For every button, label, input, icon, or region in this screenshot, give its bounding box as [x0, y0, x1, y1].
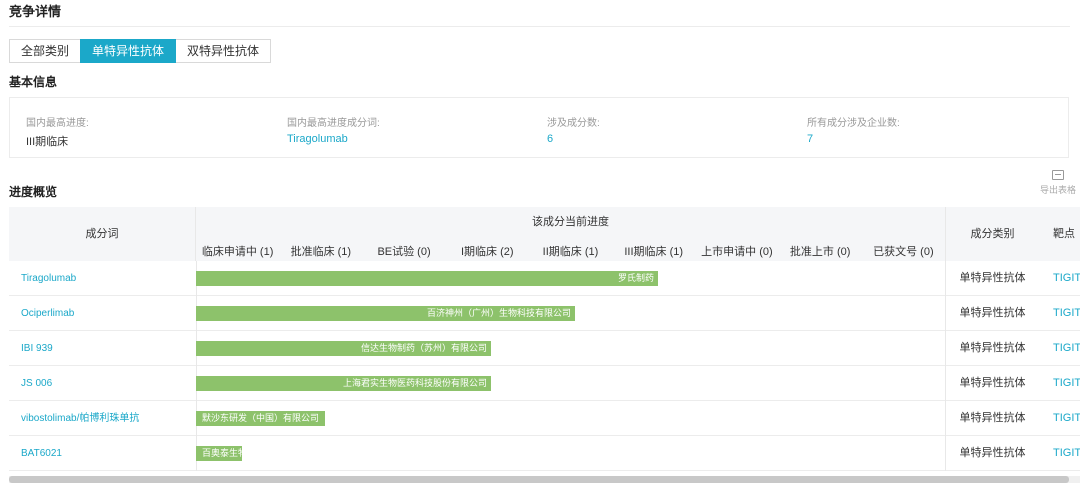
- target-link[interactable]: TIGIT: [1053, 436, 1080, 471]
- info-label: 国内最高进度成分词:: [287, 118, 380, 129]
- header-ingredient: 成分词: [9, 207, 196, 261]
- category-tabs: 全部类别 单特异性抗体 双特异性抗体: [9, 39, 272, 63]
- progress-table: 成分词 该成分当前进度 临床申请中 (1) 批准临床 (1) BE试验 (0) …: [9, 207, 1080, 481]
- info-highest-stage: 国内最高进度: III期临床: [26, 114, 89, 149]
- progress-bar[interactable]: 上海君实生物医药科技股份有限公司: [196, 376, 491, 391]
- export-label: 导出表格: [1039, 185, 1076, 195]
- ingredient-link[interactable]: JS 006: [21, 366, 52, 401]
- progress-bar[interactable]: 罗氏制药: [196, 271, 658, 286]
- info-value-link[interactable]: Tiragolumab: [287, 133, 380, 145]
- info-highest-stage-ingredient: 国内最高进度成分词: Tiragolumab: [287, 114, 380, 145]
- stage-header: 批准上市 (0): [789, 246, 851, 258]
- table-row: IBI 939 信达生物制药（苏州）有限公司 单特异性抗体 TIGIT: [9, 331, 1080, 366]
- table-header: 成分词 该成分当前进度 临床申请中 (1) 批准临床 (1) BE试验 (0) …: [9, 207, 1080, 261]
- info-company-count: 所有成分涉及企业数: 7: [807, 114, 900, 145]
- basic-info-panel: 国内最高进度: III期临床 国内最高进度成分词: Tiragolumab 涉及…: [9, 97, 1069, 158]
- stage-header: III期临床 (1): [624, 246, 684, 258]
- header-category: 成分类别: [945, 207, 1039, 261]
- category-cell: 单特异性抗体: [945, 366, 1039, 401]
- progress-overview-title: 进度概览: [9, 185, 58, 199]
- ingredient-link[interactable]: Ociperlimab: [21, 296, 74, 331]
- target-link[interactable]: TIGIT: [1053, 331, 1080, 366]
- table-row: BAT6021 百奥泰生物制... 单特异性抗体 TIGIT: [9, 436, 1080, 471]
- category-cell: 单特异性抗体: [945, 401, 1039, 436]
- target-link[interactable]: TIGIT: [1053, 261, 1080, 296]
- export-table-icon: [1052, 170, 1064, 180]
- progress-bar[interactable]: 百济神州（广州）生物科技有限公司: [196, 306, 575, 321]
- export-table-button[interactable]: 导出表格: [1038, 170, 1078, 196]
- tab-all-categories[interactable]: 全部类别: [9, 39, 82, 63]
- info-label: 国内最高进度:: [26, 118, 89, 129]
- ingredient-link[interactable]: IBI 939: [21, 331, 53, 366]
- target-link[interactable]: TIGIT: [1053, 401, 1080, 436]
- stage-header: BE试验 (0): [377, 246, 431, 258]
- info-ingredient-count: 涉及成分数: 6: [547, 114, 600, 145]
- stage-headers: 临床申请中 (1) 批准临床 (1) BE试验 (0) I期临床 (2) II期…: [196, 243, 945, 259]
- stage-header: 批准临床 (1): [290, 246, 352, 258]
- info-label: 所有成分涉及企业数:: [807, 118, 900, 129]
- table-row: Ociperlimab 百济神州（广州）生物科技有限公司 单特异性抗体 TIGI…: [9, 296, 1080, 331]
- ingredient-link[interactable]: vibostolimab/帕博利珠单抗: [21, 401, 139, 436]
- table-row: Tiragolumab 罗氏制药 单特异性抗体 TIGIT: [9, 261, 1080, 296]
- stage-header: 已获文号 (0): [873, 246, 934, 258]
- header-current-progress: 该成分当前进度: [532, 216, 609, 228]
- ingredient-link[interactable]: BAT6021: [21, 436, 62, 471]
- category-cell: 单特异性抗体: [945, 296, 1039, 331]
- info-value-link[interactable]: 6: [547, 133, 600, 145]
- info-value: III期临床: [26, 136, 69, 148]
- ingredient-link[interactable]: Tiragolumab: [21, 261, 76, 296]
- progress-bar[interactable]: 百奥泰生物制...: [196, 446, 242, 461]
- info-value-link[interactable]: 7: [807, 133, 900, 145]
- stage-header: 上市申请中 (0): [701, 246, 773, 258]
- category-cell: 单特异性抗体: [945, 331, 1039, 366]
- target-link[interactable]: TIGIT: [1053, 366, 1080, 401]
- title-divider: [9, 26, 1070, 27]
- header-target: 靶点: [1053, 228, 1075, 240]
- basic-info-title: 基本信息: [9, 75, 58, 89]
- tab-bispecific-antibody[interactable]: 双特异性抗体: [175, 39, 272, 63]
- horizontal-scrollbar[interactable]: [9, 476, 1080, 483]
- progress-bar[interactable]: 默沙东研发（中国）有限公司: [196, 411, 325, 426]
- category-cell: 单特异性抗体: [945, 436, 1039, 471]
- category-cell: 单特异性抗体: [945, 261, 1039, 296]
- scrollbar-thumb[interactable]: [9, 476, 1069, 483]
- target-link[interactable]: TIGIT: [1053, 296, 1080, 331]
- page-title: 竞争详情: [9, 4, 62, 19]
- stage-header: I期临床 (2): [460, 246, 514, 258]
- table-row: JS 006 上海君实生物医药科技股份有限公司 单特异性抗体 TIGIT: [9, 366, 1080, 401]
- progress-bar[interactable]: 信达生物制药（苏州）有限公司: [196, 341, 491, 356]
- tab-monospecific-antibody[interactable]: 单特异性抗体: [80, 39, 177, 63]
- stage-header: II期临床 (1): [542, 246, 599, 258]
- stage-header: 临床申请中 (1): [201, 246, 274, 258]
- table-row: vibostolimab/帕博利珠单抗 默沙东研发（中国）有限公司 单特异性抗体…: [9, 401, 1080, 436]
- info-label: 涉及成分数:: [547, 118, 600, 129]
